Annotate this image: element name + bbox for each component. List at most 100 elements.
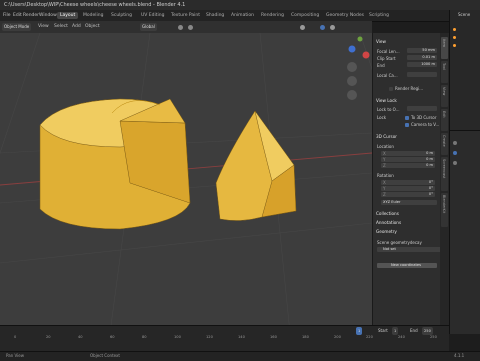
overlay-icon[interactable] bbox=[300, 25, 305, 30]
view-lock-header[interactable]: View Lock bbox=[376, 98, 397, 103]
proportional-icon[interactable] bbox=[188, 25, 193, 30]
timeline-tick: 20 bbox=[46, 335, 51, 339]
tab-rendering[interactable]: Rendering bbox=[258, 12, 287, 19]
rot-x-axis: X bbox=[383, 180, 386, 185]
timeline[interactable]: 1 Start 1 End 250 0 20 40 60 80 100 120 140 160 1… bbox=[0, 325, 449, 352]
cursor-loc-z[interactable]: 0 m bbox=[381, 163, 435, 168]
clip-start-label: Clip Start bbox=[377, 56, 396, 61]
cursor-rot-x[interactable]: 0° bbox=[381, 180, 435, 185]
timeline-tick: 40 bbox=[78, 335, 83, 339]
cursor-rot-y[interactable]: 0° bbox=[381, 186, 435, 191]
end-label: End bbox=[410, 328, 418, 333]
start-frame[interactable]: 1 bbox=[392, 327, 399, 335]
tab-create[interactable]: Create bbox=[441, 133, 448, 155]
tab-uv-editing[interactable]: UV Editing bbox=[138, 12, 167, 19]
end-frame[interactable]: 250 bbox=[422, 327, 433, 335]
new-coordinates-button[interactable]: New coordinates bbox=[377, 263, 437, 268]
3d-viewport[interactable] bbox=[0, 33, 372, 333]
menu-add[interactable]: Add bbox=[72, 23, 81, 30]
clip-start-field[interactable]: 0.01 m bbox=[407, 55, 437, 60]
window-title: C:\Users\Desktop\WIP\Cheese wheels\chees… bbox=[4, 2, 186, 8]
tab-sculpting[interactable]: Sculpting bbox=[108, 12, 135, 19]
timeline-tick: 120 bbox=[206, 335, 213, 339]
snap-icon[interactable] bbox=[178, 25, 183, 30]
tab-scripting[interactable]: Scripting bbox=[366, 12, 392, 19]
tab-item[interactable]: Item bbox=[441, 37, 448, 59]
rotation-label: Rotation bbox=[377, 173, 394, 178]
camera-to-view-checkbox[interactable] bbox=[405, 123, 409, 127]
timeline-tick: 140 bbox=[238, 335, 245, 339]
menu-window[interactable]: Window bbox=[39, 12, 57, 19]
lock-object-field[interactable] bbox=[407, 106, 437, 111]
viewport-canvas[interactable] bbox=[0, 33, 372, 333]
tool-icon[interactable] bbox=[453, 141, 457, 145]
rotation-mode-dropdown[interactable]: XYZ Euler bbox=[381, 200, 437, 205]
current-frame[interactable]: 1 bbox=[356, 327, 363, 335]
tab-animation[interactable]: Animation bbox=[228, 12, 257, 19]
render-region-label: Render Regi... bbox=[395, 86, 424, 91]
solid-shading-icon[interactable] bbox=[320, 25, 325, 30]
lock-object-label: Lock to O... bbox=[377, 107, 400, 112]
properties-editor[interactable] bbox=[449, 130, 480, 334]
loc-y-axis: Y bbox=[383, 157, 386, 162]
start-label: Start bbox=[378, 328, 388, 333]
tab-shading[interactable]: Shading bbox=[203, 12, 227, 19]
camera-to-view-label: Camera to V... bbox=[411, 122, 440, 127]
local-camera-label: Local Ca... bbox=[377, 73, 398, 78]
collections-header[interactable]: Collections bbox=[376, 211, 399, 216]
object-icon[interactable] bbox=[453, 44, 456, 47]
timeline-tick: 180 bbox=[302, 335, 309, 339]
status-version: 4.1.1 bbox=[454, 353, 465, 358]
rot-y-axis: Y bbox=[383, 186, 386, 191]
loc-z-axis: Z bbox=[383, 163, 386, 168]
object-icon[interactable] bbox=[453, 36, 456, 39]
tab-tool[interactable]: Tool bbox=[441, 61, 448, 83]
status-context: Object Context bbox=[90, 353, 120, 358]
timeline-tick: 0 bbox=[14, 335, 17, 339]
geometry-header[interactable]: Geometry bbox=[376, 229, 397, 234]
view-section-header[interactable]: View bbox=[376, 39, 386, 44]
menu-object[interactable]: Object bbox=[85, 23, 100, 30]
local-camera-field[interactable] bbox=[407, 72, 437, 77]
outliner[interactable]: Scene bbox=[449, 10, 480, 130]
loc-x-axis: X bbox=[383, 151, 386, 156]
tab-layout[interactable]: Layout bbox=[57, 12, 79, 19]
lock-cursor-checkbox[interactable] bbox=[405, 116, 409, 120]
material-shading-icon[interactable] bbox=[330, 25, 335, 30]
lock-cursor-label: To 3D Cursor bbox=[411, 115, 437, 120]
mode-dropdown[interactable]: Object Mode bbox=[2, 23, 32, 31]
sidebar-panel: View Focal Len... 50 mm Clip Start 0.01 … bbox=[372, 33, 443, 333]
tab-blenderkit[interactable]: BlenderKit bbox=[441, 193, 448, 227]
focal-field[interactable]: 50 mm bbox=[407, 48, 437, 53]
tab-compositing[interactable]: Compositing bbox=[288, 12, 322, 19]
tab-modeling[interactable]: Modeling bbox=[80, 12, 106, 19]
menu-render[interactable]: Render bbox=[23, 12, 39, 19]
clip-end-label: End bbox=[377, 63, 385, 68]
window-titlebar: C:\Users\Desktop\WIP\Cheese wheels\chees… bbox=[0, 0, 480, 10]
tab-geometry-nodes[interactable]: Geometry Nodes bbox=[323, 12, 367, 19]
cursor-loc-y[interactable]: 0 m bbox=[381, 157, 435, 162]
cheese-wedge bbox=[215, 110, 297, 221]
render-region-checkbox[interactable] bbox=[389, 87, 393, 91]
menu-view[interactable]: View bbox=[38, 23, 49, 30]
cursor-rot-z[interactable]: 0° bbox=[381, 192, 435, 197]
menu-file[interactable]: File bbox=[3, 12, 11, 19]
menu-edit[interactable]: Edit bbox=[13, 12, 22, 19]
modifier-icon[interactable] bbox=[453, 161, 457, 165]
timeline-tick: 100 bbox=[174, 335, 181, 339]
menu-select[interactable]: Select bbox=[54, 23, 68, 30]
object-icon[interactable] bbox=[453, 28, 456, 31]
cursor-section-header[interactable]: 3D Cursor bbox=[376, 134, 397, 139]
tab-edit[interactable]: Edit bbox=[441, 109, 448, 131]
clip-end-field[interactable]: 1000 m bbox=[407, 62, 437, 67]
tab-view[interactable]: View bbox=[441, 85, 448, 107]
orientation-dropdown[interactable]: Global bbox=[140, 23, 157, 31]
annotations-header[interactable]: Annotations bbox=[376, 220, 401, 225]
timeline-tick: 220 bbox=[366, 335, 373, 339]
not-set-field[interactable]: Not set bbox=[377, 247, 443, 252]
object-properties-icon[interactable] bbox=[453, 151, 457, 155]
tab-screencast[interactable]: Screencast bbox=[441, 157, 448, 191]
tab-texture-paint[interactable]: Texture Paint bbox=[168, 12, 203, 19]
timeline-tick: 80 bbox=[142, 335, 147, 339]
cursor-loc-x[interactable]: 0 m bbox=[381, 151, 435, 156]
